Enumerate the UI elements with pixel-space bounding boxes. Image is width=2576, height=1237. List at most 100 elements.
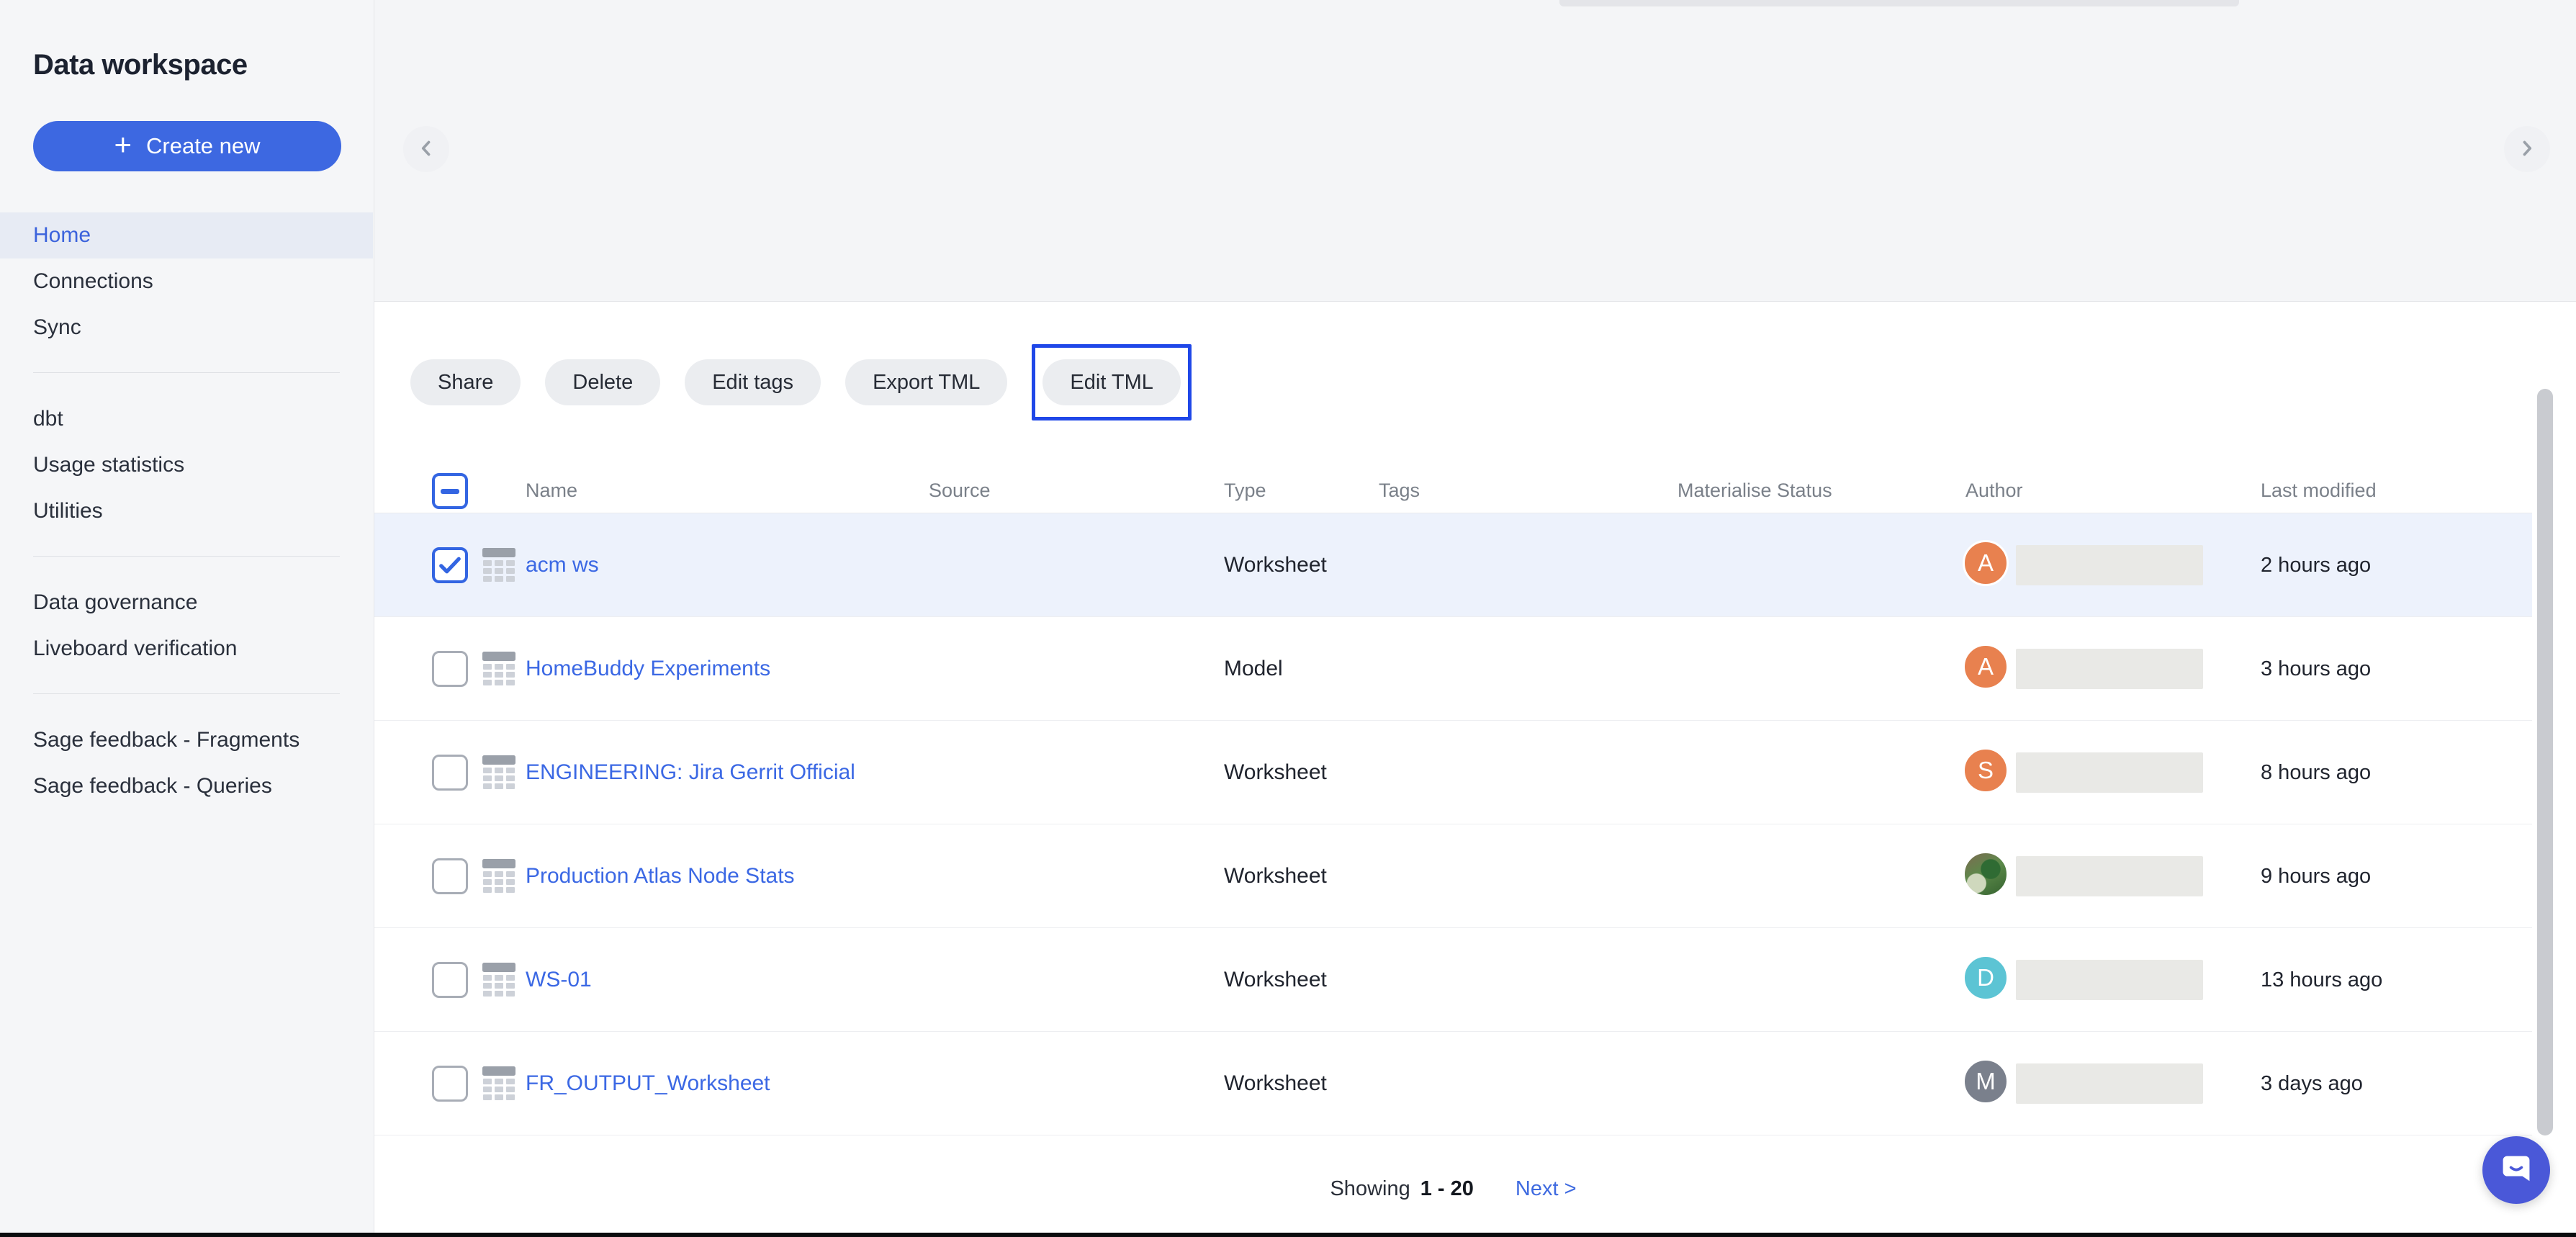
worksheet-icon	[482, 859, 515, 894]
create-new-button[interactable]: + Create new	[33, 121, 341, 171]
column-header-source: Source	[929, 469, 991, 512]
worksheet-icon	[482, 652, 515, 686]
row-name-link[interactable]: WS-01	[526, 928, 592, 1032]
row-type: Worksheet	[1224, 824, 1327, 928]
plus-icon: +	[114, 130, 132, 160]
toolbar-button-share[interactable]: Share	[410, 359, 521, 405]
row-last-modified: 3 hours ago	[2261, 617, 2371, 721]
sidebar-item-utilities[interactable]: Utilities	[0, 488, 373, 534]
sidebar-item-liveboard-verification[interactable]: Liveboard verification	[0, 626, 373, 672]
toolbar-button-export-tml[interactable]: Export TML	[845, 359, 1007, 405]
row-type: Worksheet	[1224, 513, 1327, 617]
carousel-next-button[interactable]	[2504, 126, 2550, 172]
row-name-link[interactable]: acm ws	[526, 513, 599, 617]
chat-launcher-button[interactable]	[2482, 1136, 2550, 1204]
row-name-link[interactable]: Production Atlas Node Stats	[526, 824, 795, 928]
table-row: WS-01 Worksheet D 13 hours ago	[374, 928, 2532, 1032]
screen-bottom-bar	[0, 1233, 2576, 1237]
table-row: FR_OUTPUT_Worksheet Worksheet M 3 days ago	[374, 1032, 2532, 1135]
column-header-name: Name	[526, 469, 577, 512]
author-avatar: M	[1963, 1058, 2009, 1105]
toolbar-button-edit-tml[interactable]: Edit TML	[1042, 359, 1181, 405]
row-checkbox[interactable]	[432, 1066, 468, 1102]
redacted-author-name	[2016, 1063, 2203, 1104]
row-name-link[interactable]: FR_OUTPUT_Worksheet	[526, 1032, 770, 1135]
toolbar-button-label: Edit TML	[1070, 371, 1153, 394]
avatar-initial: M	[1976, 1068, 1996, 1095]
sidebar-item-label: Sync	[33, 315, 81, 339]
sidebar-divider	[33, 372, 340, 373]
redacted-author-name	[2016, 752, 2203, 793]
sidebar-item-usage-statistics[interactable]: Usage statistics	[0, 442, 373, 488]
sidebar-item-sage-feedback-queries[interactable]: Sage feedback - Queries	[0, 763, 373, 809]
author-avatar: A	[1963, 540, 2009, 586]
redacted-author-name	[2016, 960, 2203, 1000]
sidebar-item-label: Data governance	[33, 590, 198, 614]
row-checkbox[interactable]	[432, 651, 468, 687]
row-checkbox[interactable]	[432, 962, 468, 998]
sidebar-item-home[interactable]: Home	[0, 212, 373, 258]
sidebar-divider	[33, 693, 340, 694]
indeterminate-dash-icon	[441, 489, 459, 494]
worksheet-icon	[482, 963, 515, 997]
row-last-modified: 2 hours ago	[2261, 513, 2371, 617]
toolbar-button-delete[interactable]: Delete	[545, 359, 660, 405]
toolbar-button-label: Delete	[572, 371, 633, 394]
author-avatar	[1963, 851, 2009, 897]
pagination: Showing 1 - 20 Next >	[374, 1169, 2532, 1208]
sidebar-item-label: Sage feedback - Queries	[33, 774, 272, 798]
toolbar-button-edit-tags[interactable]: Edit tags	[685, 359, 821, 405]
table-row: HomeBuddy Experiments Model A 3 hours ago	[374, 617, 2532, 721]
sidebar-item-label: Liveboard verification	[33, 637, 238, 660]
row-type: Model	[1224, 617, 1283, 721]
sidebar-item-label: Home	[33, 223, 91, 247]
focus-ring: Edit TML	[1032, 344, 1192, 420]
sidebar-item-sage-feedback-fragments[interactable]: Sage feedback - Fragments	[0, 717, 373, 763]
row-name-link[interactable]: HomeBuddy Experiments	[526, 617, 770, 721]
table-row: ENGINEERING: Jira Gerrit OfficialWorkshe…	[374, 721, 2532, 824]
sidebar-item-data-governance[interactable]: Data governance	[0, 580, 373, 626]
table-body: acm wsWorksheetA2 hours agoHomeBuddy Exp…	[374, 513, 2532, 1135]
scrollbar-thumb[interactable]	[2537, 389, 2553, 1135]
sidebar-item-label: Sage feedback - Fragments	[33, 728, 300, 752]
author-avatar: A	[1963, 644, 2009, 690]
avatar-initial: D	[1977, 964, 1994, 991]
redacted-author-name	[2016, 649, 2203, 689]
page-title: Data workspace	[33, 49, 248, 81]
row-checkbox[interactable]	[432, 858, 468, 894]
toolbar-button-label: Export TML	[873, 371, 980, 394]
redacted-author-name	[2016, 545, 2203, 585]
chat-bubble-icon	[2498, 1151, 2535, 1190]
sidebar-divider	[33, 556, 340, 557]
row-name-link[interactable]: ENGINEERING: Jira Gerrit Official	[526, 721, 855, 824]
row-checkbox[interactable]	[432, 547, 468, 583]
row-checkbox[interactable]	[432, 755, 468, 791]
sidebar-item-dbt[interactable]: dbt	[0, 396, 373, 442]
content-panel: Share Delete Edit tags Export TML Edit TML N…	[374, 301, 2576, 1233]
row-last-modified: 3 days ago	[2261, 1032, 2363, 1135]
carousel-prev-button[interactable]	[403, 126, 449, 172]
author-avatar: S	[1963, 747, 2009, 793]
row-last-modified: 13 hours ago	[2261, 928, 2382, 1032]
row-type: Worksheet	[1224, 1032, 1327, 1135]
screen: Data workspace + Create new Home Connecti…	[0, 0, 2576, 1237]
author-avatar: D	[1963, 955, 2009, 1001]
select-all-checkbox[interactable]	[432, 473, 468, 509]
sidebar-nav: Home Connections Sync dbt Usage statistics Ut…	[0, 212, 373, 809]
sidebar-item-sync[interactable]: Sync	[0, 305, 373, 351]
row-type: Worksheet	[1224, 928, 1327, 1032]
row-last-modified: 8 hours ago	[2261, 721, 2371, 824]
toolbar-button-label: Edit tags	[712, 371, 793, 394]
column-header-materialise: Materialise Status	[1677, 469, 1832, 512]
showing-label: Showing	[1330, 1177, 1410, 1201]
showing-range: 1 - 20	[1420, 1177, 1474, 1201]
sidebar-item-label: Utilities	[33, 499, 103, 523]
column-header-type: Type	[1224, 469, 1266, 512]
table-row: acm ws Worksheet A 2 hours ago	[374, 513, 2532, 617]
sidebar-item-connections[interactable]: Connections	[0, 258, 373, 305]
toolbar: Share Delete Edit tags Export TML Edit TML	[374, 344, 2576, 420]
row-last-modified: 9 hours ago	[2261, 824, 2371, 928]
next-page-link[interactable]: Next >	[1516, 1177, 1577, 1201]
sidebar-item-label: Usage statistics	[33, 453, 184, 477]
top-edge-strip	[1559, 0, 2239, 6]
